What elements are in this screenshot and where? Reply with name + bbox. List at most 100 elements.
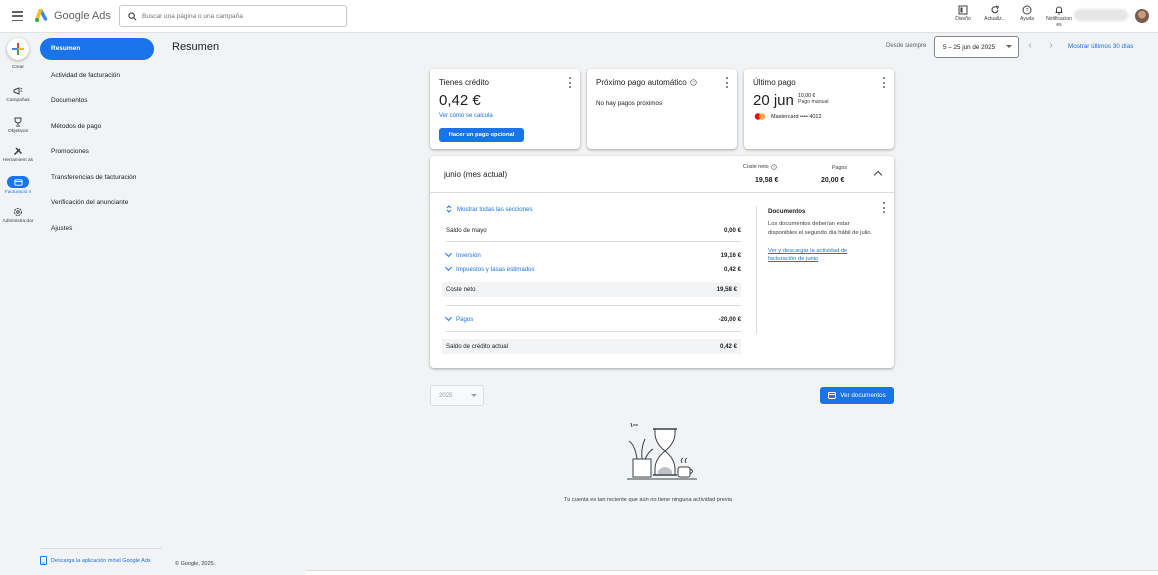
top-app-bar: Google Ads Diseño Actualiz... ? Ayuda No… xyxy=(0,0,1158,33)
more-vert-icon[interactable] xyxy=(725,77,728,88)
svg-text:?: ? xyxy=(773,165,775,169)
optional-payment-button[interactable]: Hacer un pago opcional xyxy=(439,128,524,142)
row-divider xyxy=(446,331,741,332)
no-payments-text: No hay pagos próximos xyxy=(596,100,663,107)
bottom-card-edge xyxy=(306,570,1158,575)
next-payment-card: Próximo pago automático ? No hay pagos p… xyxy=(587,69,737,149)
help-icon[interactable]: ? xyxy=(690,79,697,86)
refresh-button[interactable]: Actualiz... xyxy=(982,5,1008,28)
goals-icon xyxy=(14,117,22,127)
how-calculated-link[interactable]: Ver cómo se calcula xyxy=(439,113,493,119)
payments-row[interactable]: Pagos -20,00 € xyxy=(444,313,741,325)
chevron-down-icon xyxy=(444,249,453,258)
subnav-item-advertiser-verification[interactable]: Verificación del anunciante xyxy=(40,191,160,217)
menu-icon[interactable] xyxy=(12,11,23,21)
notifications-button[interactable]: Notificacion es xyxy=(1046,5,1072,28)
rail-item-billing[interactable]: Facturació n xyxy=(0,176,36,196)
more-vert-icon[interactable] xyxy=(568,77,571,88)
plus-icon xyxy=(12,43,24,55)
create-label[interactable]: Crear xyxy=(0,65,36,71)
admin-icon xyxy=(14,208,22,216)
chevron-down-icon xyxy=(444,263,453,272)
last-payment-date: 20 jun xyxy=(753,92,794,109)
page-title: Resumen xyxy=(172,41,220,53)
month-header[interactable]: junio (mes actual) Coste neto ? 19,58 € … xyxy=(430,156,894,193)
avatar[interactable] xyxy=(1135,9,1149,23)
search-box[interactable] xyxy=(119,5,347,27)
row-divider xyxy=(446,241,741,242)
current-month-panel: junio (mes actual) Coste neto ? 19,58 € … xyxy=(430,156,894,368)
subnav-item-billing-activity[interactable]: Actividad de facturación xyxy=(40,63,160,89)
download-app-link[interactable]: Descarga la aplicación móvil Google Ads xyxy=(40,548,162,565)
subnav-item-billing-transfers[interactable]: Transferencias de facturación xyxy=(40,165,160,191)
caret-down-icon xyxy=(1006,45,1012,48)
billing-subnav: Resumen Actividad de facturación Documen… xyxy=(40,38,160,242)
subnav-item-documents[interactable]: Documentos xyxy=(40,89,160,115)
search-input[interactable] xyxy=(142,12,332,20)
svg-text:?: ? xyxy=(692,80,695,85)
show-last-30-days-link[interactable]: Mostrar últimos 30 días xyxy=(1068,43,1133,50)
tools-icon xyxy=(13,147,23,156)
search-icon xyxy=(128,11,137,20)
help-button[interactable]: ? Ayuda xyxy=(1014,5,1040,28)
google-ads-logo[interactable] xyxy=(35,9,50,23)
empty-activity-text: Tu cuenta es tan reciente que aún no tie… xyxy=(564,497,733,503)
download-activity-link[interactable]: Ver y descargar la actividad de facturac… xyxy=(768,247,868,263)
create-button[interactable] xyxy=(7,38,29,60)
payment-type: Pago manual xyxy=(798,99,829,105)
document-icon xyxy=(828,392,837,399)
app-name: Google Ads xyxy=(54,10,111,22)
billing-active-pill xyxy=(7,176,29,188)
documents-title: Documentos xyxy=(768,208,806,215)
subnav-item-summary[interactable]: Resumen xyxy=(40,38,154,60)
subnav-item-payment-methods[interactable]: Métodos de pago xyxy=(40,114,160,140)
caret-down-icon xyxy=(471,394,477,397)
payments-label: Pagos xyxy=(832,165,848,171)
copyright: © Google, 2025. xyxy=(175,561,216,567)
more-vert-icon[interactable] xyxy=(882,77,885,88)
investment-row[interactable]: Inversión 19,16 € xyxy=(444,249,741,261)
design-button[interactable]: Diseño xyxy=(950,5,976,28)
campaigns-icon xyxy=(13,87,23,95)
phone-icon xyxy=(40,556,47,565)
account-name-blurred[interactable] xyxy=(1074,9,1128,21)
billing-icon xyxy=(13,178,23,186)
taxes-row[interactable]: Impuestos y tasas estimados 0,42 € xyxy=(444,263,741,275)
chevron-down-icon xyxy=(444,313,453,322)
design-icon xyxy=(958,5,968,15)
rail-item-campaigns[interactable]: Campañas xyxy=(0,86,36,104)
mastercard-icon xyxy=(754,113,766,120)
help-icon: ? xyxy=(1022,5,1032,15)
net-cost-row: Coste neto 19,58 € xyxy=(442,282,741,297)
row-divider xyxy=(446,305,741,306)
subnav-item-promotions[interactable]: Promociones xyxy=(40,140,160,166)
payments-value: 20,00 € xyxy=(821,177,845,184)
net-cost-label: Coste neto ? xyxy=(743,164,777,170)
current-credit-row: Saldo de crédito actual 0,42 € xyxy=(442,339,741,354)
payment-method: Mastercard •••• 4012 xyxy=(754,113,822,120)
rail-item-goals[interactable]: Objetivos xyxy=(0,117,36,135)
chevron-left-icon[interactable]: ‹ xyxy=(1025,41,1035,51)
column-divider xyxy=(756,206,757,334)
view-documents-button[interactable]: Ver documentos xyxy=(820,387,894,404)
refresh-icon xyxy=(991,5,1000,14)
documents-text: Los documentos deberían estar disponible… xyxy=(768,221,873,236)
svg-text:?: ? xyxy=(1025,8,1028,14)
subnav-item-settings[interactable]: Ajustes xyxy=(40,216,160,242)
last-payment-card: Último pago 20 jun 10,00 € Pago manual M… xyxy=(744,69,894,149)
may-balance-row: Saldo de mayo 0,00 € xyxy=(446,226,741,234)
rail-item-tools[interactable]: Herramient as xyxy=(0,146,36,164)
since-label: Desde siempre xyxy=(886,43,927,49)
date-range-select[interactable]: 5 – 25 jun de 2025 xyxy=(934,36,1019,58)
chevron-up-icon[interactable] xyxy=(873,170,883,180)
chevron-right-icon[interactable]: › xyxy=(1046,41,1056,51)
show-all-sections-button[interactable]: Mostrar todas las secciones xyxy=(446,203,741,215)
rail-item-admin[interactable]: Administra dor xyxy=(0,207,36,225)
hourglass-illustration xyxy=(627,423,697,480)
more-vert-icon[interactable] xyxy=(882,202,885,213)
year-select[interactable]: 2025 xyxy=(430,385,484,406)
last-payment-title: Último pago xyxy=(753,78,796,87)
month-title: junio (mes actual) xyxy=(444,170,508,179)
top-actions: Diseño Actualiz... ? Ayuda Notificacion … xyxy=(950,5,1072,28)
help-icon[interactable]: ? xyxy=(770,164,777,170)
